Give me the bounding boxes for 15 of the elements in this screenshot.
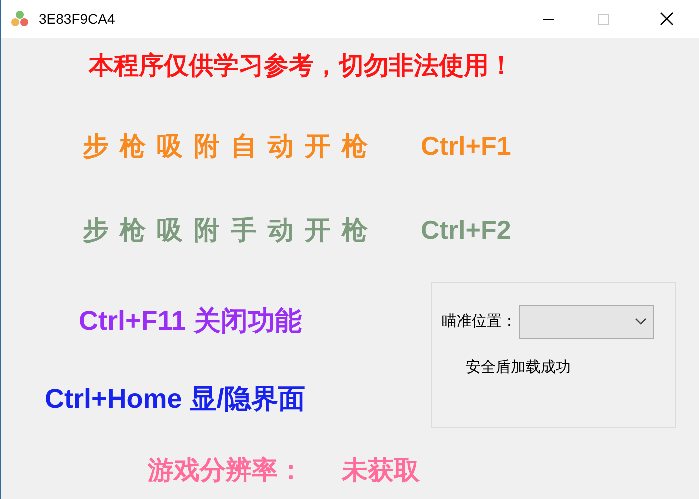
hotkey-label: 步枪吸附手动开枪: [83, 214, 380, 246]
hotkey-label: 步枪吸附自动开枪: [83, 130, 380, 162]
hotkey-text: Ctrl+F2: [421, 214, 512, 246]
hotkey-text: Ctrl+F1: [421, 130, 512, 162]
aim-label: 瞄准位置：: [442, 312, 517, 332]
shortcut-text: Ctrl+F11 关闭功能: [79, 305, 302, 338]
resolution-value: 未获取: [342, 454, 420, 486]
shortcut-text: Ctrl+Home 显/隐界面: [45, 383, 306, 416]
close-icon: [660, 12, 674, 26]
notice-text: 本程序仅供学习参考，切勿非法使用！: [89, 51, 514, 82]
chevron-down-icon: [635, 318, 647, 326]
aim-dropdown[interactable]: [519, 305, 654, 339]
resolution-label: 游戏分辨率：: [148, 454, 304, 486]
window-title: 3E83F9CA4: [39, 10, 116, 28]
status-text: 安全盾加载成功: [466, 358, 571, 378]
